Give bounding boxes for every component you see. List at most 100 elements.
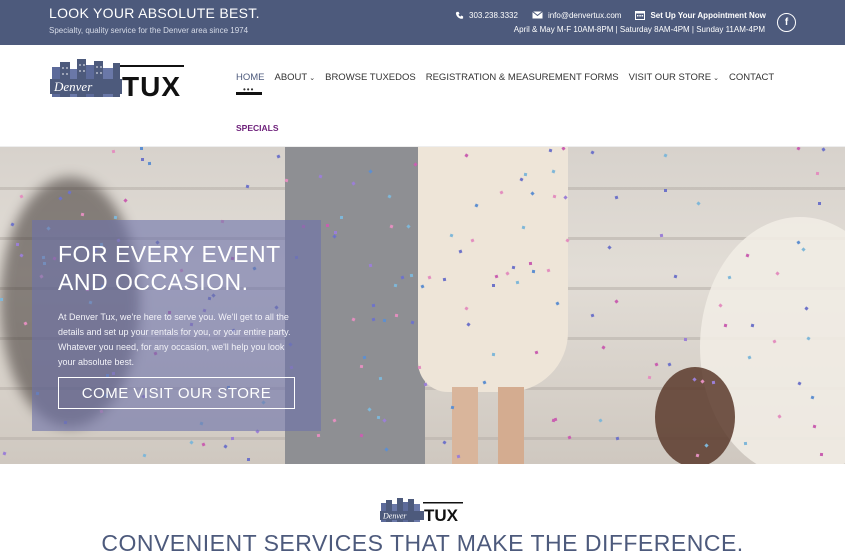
confetti-piece [139,147,144,151]
confetti-piece [815,171,820,176]
confetti-piece [491,283,496,288]
phone-number: 303.238.3332 [469,10,518,20]
confetti-piece [696,201,701,206]
confetti-piece [667,362,672,367]
confetti-piece [142,453,147,458]
confetti-piece [565,238,570,243]
confetti-piece [371,303,376,308]
phone-link[interactable]: 303.238.3332 [455,11,518,20]
svg-text:TUX: TUX [424,506,459,524]
confetti-piece [123,198,128,203]
confetti-piece [551,418,556,423]
bride-leg [452,387,478,464]
confetti-piece [378,376,383,381]
confetti-piece [15,242,20,247]
confetti-piece [442,440,447,445]
confetti-piece [201,442,206,447]
section-title: CONVENIENT SERVICES THAT MAKE THE DIFFER… [101,530,744,556]
site-header: Denver TUX HOME ABOUT ⌄ BROWSE TUXEDOS RE… [0,45,845,147]
confetti-piece [230,436,235,441]
confetti-piece [362,355,367,360]
denver-tux-logo[interactable]: Denver TUX [50,59,187,99]
email-link[interactable]: info@denvertux.com [532,11,621,20]
appointment-link[interactable]: Set Up Your Appointment Now [635,10,766,20]
confetti-piece [442,277,447,282]
nav-item-about[interactable]: ABOUT ⌄ [275,72,316,83]
confetti-piece [683,337,688,342]
confetti-piece [515,280,520,285]
active-indicator-bar [236,92,262,95]
confetti-piece [140,157,145,162]
confetti-piece [817,201,822,206]
confetti-piece [590,150,595,155]
confetti-piece [663,153,668,158]
svg-text:TUX: TUX [122,71,181,99]
top-bar: LOOK YOUR ABSOLUTE BEST. Specialty, qual… [0,0,845,45]
confetti-piece [246,457,251,462]
confetti-piece [376,415,381,420]
confetti-piece [276,154,281,159]
hero-body: At Denver Tux, we're here to serve you. … [58,312,291,367]
confetti-piece [598,418,603,423]
confetti-piece [614,299,619,304]
confetti-piece [614,195,619,200]
confetti-piece [394,313,399,318]
confetti-piece [147,161,152,166]
confetti-piece [339,215,344,220]
facebook-icon[interactable]: f [777,13,796,32]
confetti-piece [601,345,606,350]
nav-item-specials[interactable]: SPECIALS [236,123,279,133]
svg-text:Denver: Denver [53,79,93,94]
confetti-piece [647,375,652,380]
confetti-piece [417,365,422,370]
calendar-icon [635,11,646,20]
chevron-down-icon: ⌄ [309,75,316,82]
nav-item-home[interactable]: HOME [236,72,265,83]
confetti-piece [673,274,678,279]
confetti-piece [743,441,748,446]
confetti-piece [2,451,7,456]
denver-tux-logo-small: Denver TUX [380,498,463,524]
appointment-label: Set Up Your Appointment Now [650,10,766,20]
confetti-piece [393,283,398,288]
confetti-piece [607,245,612,250]
services-section: Denver TUX CONVENIENT SERVICES THAT MAKE… [0,464,845,559]
confetti-piece [223,444,228,449]
envelope-icon [532,11,543,19]
confetti-piece [664,189,667,192]
chevron-down-icon: ⌄ [713,75,719,82]
tagline: LOOK YOUR ABSOLUTE BEST. [49,5,260,21]
nav-item-registration-forms[interactable]: REGISTRATION & MEASUREMENT FORMS [426,72,619,83]
hero-banner: FOR EVERY EVENT AND OCCASION. At Denver … [0,147,845,464]
confetti-piece [450,405,455,410]
confetti-piece [316,433,321,438]
confetti-piece [359,364,364,369]
confetti-piece [368,263,373,268]
confetti-piece [590,313,595,318]
confetti-piece [325,223,330,228]
confetti-piece [528,261,533,266]
confetti-piece [523,172,528,177]
confetti-piece [80,212,85,217]
confetti-piece [796,147,801,151]
contact-strip: 303.238.3332 info@denvertux.com Set Up Y… [455,10,780,20]
confetti-piece [511,265,516,270]
confetti-piece [821,147,826,152]
nav-item-visit-store[interactable]: VISIT OUR STORE ⌄ [629,72,719,83]
hero-panel: FOR EVERY EVENT AND OCCASION. At Denver … [32,220,321,431]
visit-store-button[interactable]: COME VISIT OUR STORE [58,377,295,409]
guest-hair [655,367,735,464]
confetti-piece [189,440,194,445]
confetti-piece [711,380,716,385]
confetti-piece [409,273,414,278]
confetti-piece [491,352,496,357]
hero-title: FOR EVERY EVENT AND OCCASION. [58,241,281,295]
confetti-piece [659,233,664,238]
confetti-piece [0,298,3,301]
confetti-piece [111,149,116,154]
main-nav: HOME ABOUT ⌄ BROWSE TUXEDOS REGISTRATION … [236,72,784,83]
nav-item-contact[interactable]: CONTACT [729,72,774,83]
confetti-piece [334,231,337,234]
nav-item-browse-tuxedos[interactable]: BROWSE TUXEDOS [325,72,416,83]
svg-text:Denver: Denver [382,512,407,521]
